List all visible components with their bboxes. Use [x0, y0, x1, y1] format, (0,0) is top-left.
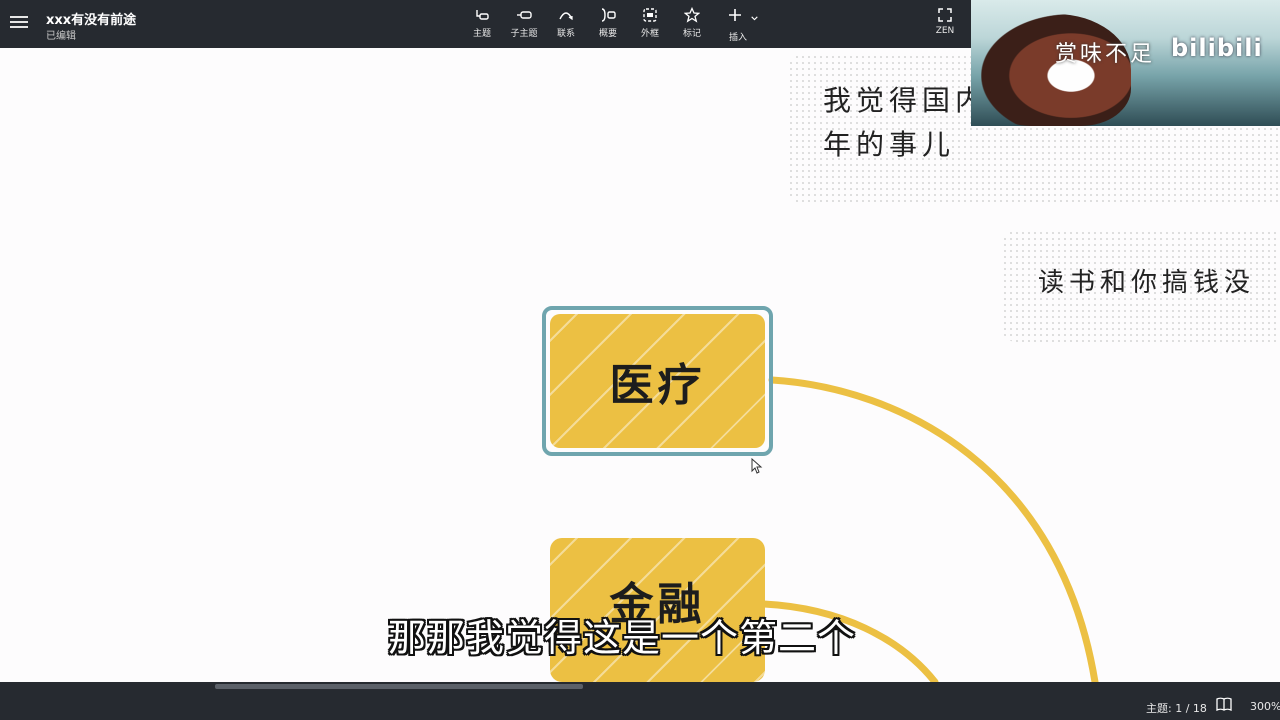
document-title[interactable]: xxx有没有前途 [46, 9, 136, 28]
relationship-icon [559, 12, 573, 21]
zoom-level[interactable]: 300% [1250, 700, 1280, 713]
video-subtitle: 那那我觉得这是一个第二个 [388, 616, 857, 660]
webcam-overlay: 赏味不足 bilibili [971, 0, 1280, 126]
insert-button[interactable]: 插入 [716, 7, 760, 43]
subtopic-button[interactable]: 子主题 [502, 7, 546, 39]
boundary-button[interactable]: 外框 [628, 7, 672, 39]
topic-count: 主题: 1 / 18 [1146, 702, 1207, 715]
menu-icon[interactable] [10, 13, 28, 31]
topic-node-medical[interactable]: 医疗 [550, 314, 765, 448]
fullscreen-icon [938, 8, 952, 22]
mouse-cursor-icon [751, 458, 763, 474]
marker-button[interactable]: 标记 [670, 7, 714, 39]
boundary-icon [643, 8, 657, 22]
chevron-down-icon [750, 16, 758, 21]
note-1-line-1: 我觉得国内 [823, 84, 989, 117]
relationship-button[interactable]: 联系 [544, 7, 588, 39]
webcam-signature: 赏味不足 [1055, 42, 1156, 67]
bilibili-logo: bilibili [1171, 34, 1263, 62]
topic-label: 医疗 [609, 360, 706, 411]
topic-button[interactable]: 主题 [460, 7, 504, 39]
note-2-line-1: 读书和你搞钱没 [1038, 268, 1256, 298]
star-icon [684, 7, 700, 23]
save-status: 已编辑 [46, 31, 76, 42]
avatar [981, 14, 1131, 126]
outline-book-icon[interactable] [1216, 697, 1232, 711]
zen-mode-button[interactable]: ZEN [926, 7, 964, 36]
horizontal-scrollbar[interactable] [215, 684, 583, 689]
summary-button[interactable]: 概要 [586, 7, 630, 39]
topic-icon [476, 10, 489, 20]
status-bar: 主题: 1 / 18 300% [0, 682, 1280, 720]
mindmap-canvas[interactable]: 我觉得国内 年的事儿 读书和你搞钱没 医疗 金融 那那我觉得这是一个第二个 [0, 48, 1280, 682]
plus-icon [729, 9, 742, 21]
summary-icon [601, 8, 616, 22]
note-1-line-2: 年的事儿 [823, 128, 956, 161]
subtopic-icon [517, 11, 532, 19]
